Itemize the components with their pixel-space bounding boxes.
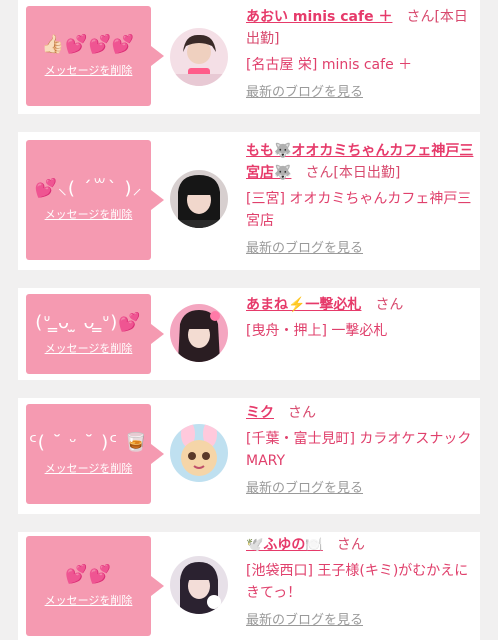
message-text: 💕⸜( ´꒳` )⸝ bbox=[34, 178, 143, 199]
san-status: さん[本日出勤] bbox=[305, 165, 401, 181]
message-card: (ᐡ ̳ᴗ ̫ ᴗ ̳ᐡ)💕 メッセージを削除 あまね⚡️一撃必札 さん [曳舟… bbox=[18, 288, 480, 380]
message-text: 💕💕 bbox=[65, 564, 112, 585]
message-text: 👍🏻💕💕💕 bbox=[41, 34, 136, 55]
message-card: ᑦ( ˘ ᵕ ˘ )ᑦ 🥃 メッセージを削除 ミク さん [千葉・富士見町] カ… bbox=[18, 398, 480, 514]
message-text: (ᐡ ̳ᴗ ̫ ᴗ ̳ᐡ)💕 bbox=[35, 312, 142, 333]
blog-link[interactable]: 最新のブログを見る bbox=[246, 478, 478, 500]
delete-message-link[interactable]: メッセージを削除 bbox=[45, 460, 133, 476]
blog-link[interactable]: 最新のブログを見る bbox=[246, 610, 478, 632]
girl-info: あまね⚡️一撃必札 さん [曳舟・押上] 一撃必札 bbox=[246, 294, 478, 342]
message-bubble: (ᐡ ̳ᴗ ̫ ᴗ ̳ᐡ)💕 メッセージを削除 bbox=[26, 294, 164, 374]
san-status: さん bbox=[336, 537, 365, 553]
avatar[interactable] bbox=[170, 424, 228, 482]
message-text: ᑦ( ˘ ᵕ ˘ )ᑦ 🥃 bbox=[28, 432, 149, 453]
shop-label: [千葉・富士見町] カラオケスナック MARY bbox=[246, 431, 472, 469]
shop-label: [名古屋 栄] minis cafe ＋ bbox=[246, 57, 413, 73]
san-status: さん bbox=[375, 297, 404, 313]
girl-info: あおい minis cafe ＋ さん[本日出勤] [名古屋 栄] minis … bbox=[246, 6, 478, 104]
delete-message-link[interactable]: メッセージを削除 bbox=[45, 592, 133, 608]
delete-message-link[interactable]: メッセージを削除 bbox=[45, 340, 133, 356]
shop-label: [三宮] オオカミちゃんカフェ神戸三宮店 bbox=[246, 191, 472, 229]
girl-name-link[interactable]: ミク bbox=[246, 405, 274, 421]
avatar[interactable] bbox=[170, 170, 228, 228]
girl-name-link[interactable]: 🕊️ふゆの🍽️ bbox=[246, 537, 323, 553]
message-bubble: 💕⸜( ´꒳` )⸝ メッセージを削除 bbox=[26, 140, 164, 260]
blog-link[interactable]: 最新のブログを見る bbox=[246, 238, 478, 260]
girl-info: 🕊️ふゆの🍽️ さん [池袋西口] 王子様(キミ)がむかえにきてっ！ 最新のブロ… bbox=[246, 534, 478, 632]
san-status: さん bbox=[288, 405, 316, 421]
blog-link[interactable]: 最新のブログを見る bbox=[246, 82, 478, 104]
avatar[interactable] bbox=[170, 304, 228, 362]
girl-info: もも🐺オオカミちゃんカフェ神戸三宮店🐺 さん[本日出勤] [三宮] オオカミちゃ… bbox=[246, 140, 478, 260]
avatar[interactable] bbox=[170, 28, 228, 86]
delete-message-link[interactable]: メッセージを削除 bbox=[45, 206, 133, 222]
delete-message-link[interactable]: メッセージを削除 bbox=[45, 62, 133, 78]
shop-label: [曳舟・押上] 一撃必札 bbox=[246, 323, 388, 339]
message-card: 👍🏻💕💕💕 メッセージを削除 あおい minis cafe ＋ さん[本日出勤]… bbox=[18, 0, 480, 114]
message-bubble: 👍🏻💕💕💕 メッセージを削除 bbox=[26, 6, 164, 106]
message-bubble: 💕💕 メッセージを削除 bbox=[26, 536, 164, 636]
message-bubble: ᑦ( ˘ ᵕ ˘ )ᑦ 🥃 メッセージを削除 bbox=[26, 404, 164, 504]
girl-info: ミク さん [千葉・富士見町] カラオケスナック MARY 最新のブログを見る bbox=[246, 402, 478, 500]
message-card: 💕⸜( ´꒳` )⸝ メッセージを削除 もも🐺オオカミちゃんカフェ神戸三宮店🐺 … bbox=[18, 132, 480, 270]
avatar[interactable] bbox=[170, 556, 228, 614]
message-card: 💕💕 メッセージを削除 🕊️ふゆの🍽️ さん [池袋西口] 王子様(キミ)がむか… bbox=[18, 532, 480, 640]
shop-label: [池袋西口] 王子様(キミ)がむかえにきてっ！ bbox=[246, 563, 469, 601]
girl-name-link[interactable]: あまね⚡️一撃必札 bbox=[246, 297, 361, 313]
girl-name-link[interactable]: あおい minis cafe ＋ bbox=[246, 9, 392, 25]
